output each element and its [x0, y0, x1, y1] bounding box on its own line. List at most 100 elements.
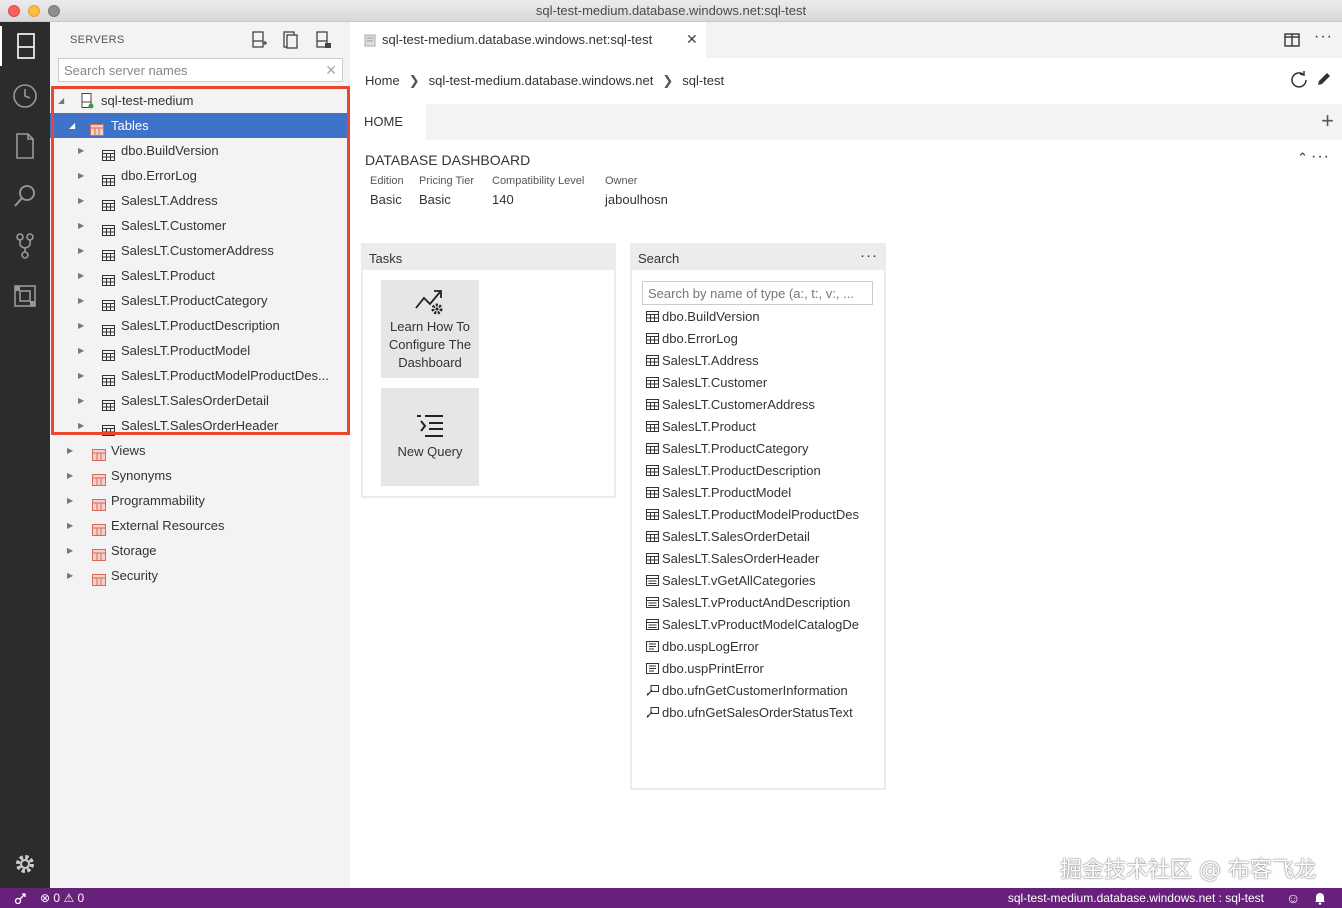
search-result-item[interactable]: SalesLT.Customer [646, 372, 874, 394]
search-result-item[interactable]: dbo.BuildVersion [646, 306, 874, 328]
learn-configure-dashboard-task[interactable]: Learn How To Configure The Dashboard [381, 280, 479, 378]
expanded-twistie-icon[interactable]: ◢ [58, 88, 68, 113]
collapsed-twistie-icon[interactable]: ▶ [78, 363, 88, 388]
search-result-item[interactable]: SalesLT.ProductModel [646, 482, 874, 504]
collapsed-twistie-icon[interactable]: ▶ [78, 138, 88, 163]
search-widget-more-icon[interactable]: ··· [860, 247, 878, 264]
new-server-group-icon[interactable] [282, 31, 300, 49]
tree-node[interactable]: ▶ Views [50, 438, 350, 463]
table-icon [102, 169, 116, 186]
search-result-item[interactable]: SalesLT.ProductModelProductDes [646, 504, 874, 526]
search-result-item[interactable]: SalesLT.vGetAllCategories [646, 570, 874, 592]
collapsed-twistie-icon[interactable]: ▶ [78, 388, 88, 413]
tab-dashboard[interactable]: sql-test-medium.database.windows.net:sql… [350, 22, 706, 58]
search-result-item[interactable]: SalesLT.vProductAndDescription [646, 592, 874, 614]
connection-status[interactable]: sql-test-medium.database.windows.net : s… [1008, 888, 1264, 908]
tree-node[interactable]: ▶ Storage [50, 538, 350, 563]
search-icon[interactable] [0, 176, 50, 216]
server-search-box: ✕ [58, 58, 343, 82]
tree-node[interactable]: ▶ dbo.BuildVersion [50, 138, 350, 163]
remote-connection-icon[interactable] [14, 891, 28, 908]
breadcrumb-database[interactable]: sql-test [682, 73, 724, 88]
search-result-item[interactable]: dbo.ufnGetSalesOrderStatusText [646, 702, 874, 724]
search-result-item[interactable]: SalesLT.ProductDescription [646, 460, 874, 482]
tab-close-icon[interactable]: ✕ [686, 31, 698, 48]
collapsed-twistie-icon[interactable]: ▶ [78, 413, 88, 438]
collapsed-twistie-icon[interactable]: ▶ [67, 538, 77, 563]
tree-node[interactable]: ▶ Security [50, 563, 350, 588]
collapsed-twistie-icon[interactable]: ▶ [78, 188, 88, 213]
tree-node[interactable]: ▶ Synonyms [50, 463, 350, 488]
expanded-twistie-icon[interactable]: ◢ [69, 113, 79, 138]
source-control-icon[interactable] [0, 226, 50, 266]
collapsed-twistie-icon[interactable]: ▶ [78, 338, 88, 363]
clear-search-icon[interactable]: ✕ [325, 62, 337, 78]
search-result-item[interactable]: SalesLT.Product [646, 416, 874, 438]
search-result-item[interactable]: dbo.uspPrintError [646, 658, 874, 680]
tree-node[interactable]: ▶ SalesLT.SalesOrderDetail [50, 388, 350, 413]
search-result-item[interactable]: SalesLT.SalesOrderHeader [646, 548, 874, 570]
tree-node[interactable]: ▶ External Resources [50, 513, 350, 538]
chevron-up-icon[interactable]: ⌃ [1297, 150, 1308, 166]
editor-more-icon[interactable]: ··· [1314, 28, 1333, 46]
problems-indicator[interactable]: ⊗ 0 ⚠ 0 [40, 888, 84, 908]
search-result-item[interactable]: dbo.uspLogError [646, 636, 874, 658]
tree-node[interactable]: ▶ SalesLT.Address [50, 188, 350, 213]
edit-pencil-icon[interactable] [1316, 71, 1332, 90]
search-result-item[interactable]: SalesLT.vProductModelCatalogDe [646, 614, 874, 636]
search-result-item[interactable]: dbo.ErrorLog [646, 328, 874, 350]
collapsed-twistie-icon[interactable]: ▶ [67, 438, 77, 463]
tree-node[interactable]: ▶ SalesLT.ProductModel [50, 338, 350, 363]
feedback-smiley-icon[interactable]: ☺ [1286, 888, 1300, 908]
tree-node[interactable]: ▶ SalesLT.CustomerAddress [50, 238, 350, 263]
search-result-item[interactable]: SalesLT.SalesOrderDetail [646, 526, 874, 548]
add-tab-icon[interactable]: + [1321, 106, 1334, 136]
active-connections-icon[interactable] [314, 31, 332, 49]
new-connection-icon[interactable] [250, 31, 268, 49]
dashboard-more-icon[interactable]: ··· [1311, 148, 1330, 166]
server-search-input[interactable] [59, 59, 321, 81]
collapsed-twistie-icon[interactable]: ▶ [67, 563, 77, 588]
tree-node[interactable]: ▶ dbo.ErrorLog [50, 163, 350, 188]
tree-node[interactable]: ◢ sql-test-medium [50, 88, 350, 113]
tree-node[interactable]: ▶ SalesLT.ProductCategory [50, 288, 350, 313]
split-editor-icon[interactable] [1284, 33, 1300, 50]
servers-icon[interactable] [0, 26, 50, 66]
new-query-task[interactable]: New Query [381, 388, 479, 486]
search-result-item[interactable]: SalesLT.ProductCategory [646, 438, 874, 460]
window-minimize-button[interactable] [28, 5, 40, 17]
collapsed-twistie-icon[interactable]: ▶ [67, 513, 77, 538]
collapsed-twistie-icon[interactable]: ▶ [78, 313, 88, 338]
search-result-item[interactable]: SalesLT.Address [646, 350, 874, 372]
extensions-icon[interactable] [0, 276, 50, 316]
settings-gear-icon[interactable] [0, 844, 50, 884]
tree-node[interactable]: ▶ SalesLT.Customer [50, 213, 350, 238]
collapsed-twistie-icon[interactable]: ▶ [78, 238, 88, 263]
tree-node[interactable]: ▶ SalesLT.SalesOrderHeader [50, 413, 350, 438]
window-close-button[interactable] [8, 5, 20, 17]
collapsed-twistie-icon[interactable]: ▶ [67, 463, 77, 488]
search-result-item[interactable]: SalesLT.CustomerAddress [646, 394, 874, 416]
tree-node[interactable]: ◢ Tables [50, 113, 350, 138]
collapsed-twistie-icon[interactable]: ▶ [78, 213, 88, 238]
tree-node[interactable]: ▶ SalesLT.ProductModelProductDes... [50, 363, 350, 388]
window-maximize-button[interactable] [48, 5, 60, 17]
collapsed-twistie-icon[interactable]: ▶ [78, 163, 88, 188]
tab-home[interactable]: HOME [350, 104, 426, 140]
breadcrumb-home[interactable]: Home [365, 73, 400, 88]
search-result-item[interactable]: dbo.ufnGetCustomerInformation [646, 680, 874, 702]
task-label: New Query [397, 444, 463, 459]
object-search-input[interactable] [643, 282, 872, 304]
search-result-label: SalesLT.ProductModel [662, 485, 792, 500]
collapsed-twistie-icon[interactable]: ▶ [67, 488, 77, 513]
explorer-icon[interactable] [0, 126, 50, 166]
breadcrumb-server[interactable]: sql-test-medium.database.windows.net [429, 73, 654, 88]
collapsed-twistie-icon[interactable]: ▶ [78, 263, 88, 288]
tree-node[interactable]: ▶ Programmability [50, 488, 350, 513]
collapsed-twistie-icon[interactable]: ▶ [78, 288, 88, 313]
notifications-bell-icon[interactable] [1314, 891, 1326, 908]
tree-node[interactable]: ▶ SalesLT.ProductDescription [50, 313, 350, 338]
tree-node[interactable]: ▶ SalesLT.Product [50, 263, 350, 288]
history-icon[interactable] [0, 76, 50, 116]
refresh-icon[interactable] [1290, 70, 1308, 91]
